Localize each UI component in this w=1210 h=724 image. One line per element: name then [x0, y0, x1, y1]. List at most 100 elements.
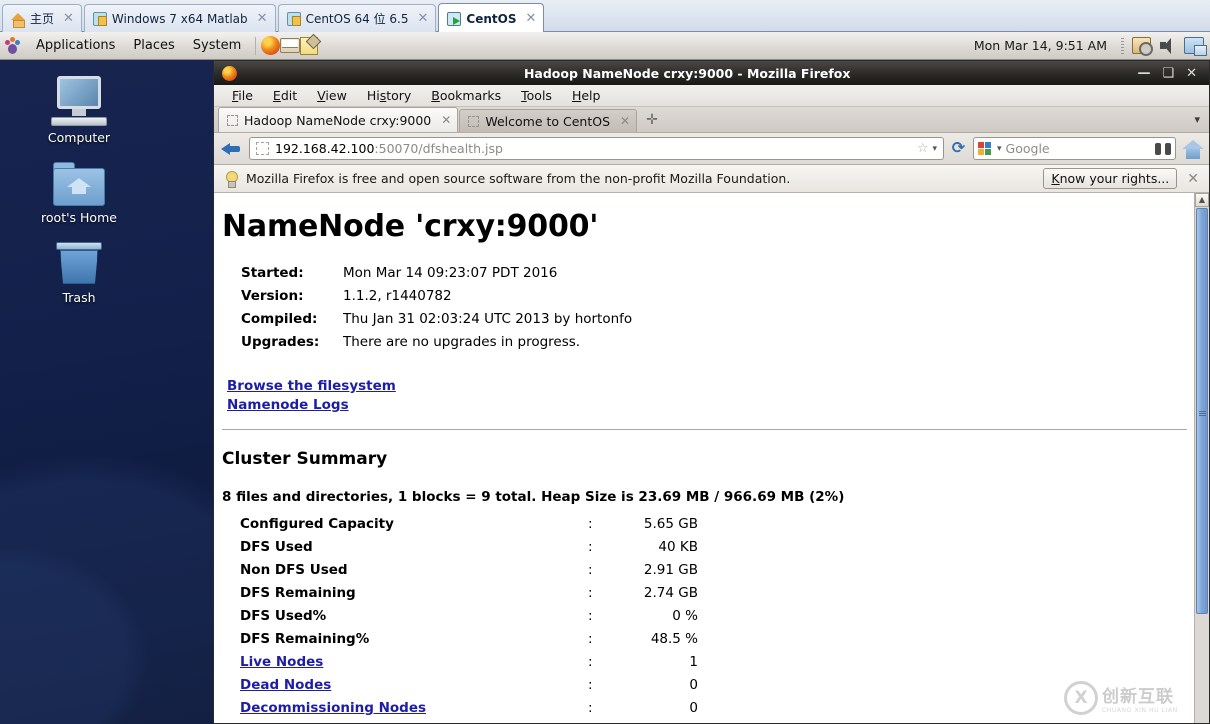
stat-key-cell: Non DFS Used: [240, 559, 588, 582]
close-button[interactable]: ✕: [1186, 67, 1197, 80]
browse-filesystem-link[interactable]: Browse the filesystem: [227, 377, 1194, 396]
vm-running-icon: [447, 11, 462, 26]
gnome-foot-icon: [4, 36, 22, 55]
volume-icon[interactable]: [1159, 37, 1176, 54]
menu-tools[interactable]: Tools: [511, 88, 562, 103]
google-icon[interactable]: [978, 141, 993, 156]
stat-key-cell: Dead Nodes: [240, 674, 588, 697]
search-engine-chevron-icon[interactable]: ▾: [997, 144, 1002, 154]
menu-system[interactable]: System: [184, 33, 250, 59]
display-icon[interactable]: [1184, 37, 1207, 56]
stat-separator: :: [588, 700, 593, 716]
firefox-icon[interactable]: [261, 36, 281, 55]
stat-row: Non DFS Used: 2.91 GB: [240, 559, 1194, 582]
menu-bookmarks[interactable]: Bookmarks: [421, 88, 511, 103]
menu-view[interactable]: View: [307, 88, 357, 103]
search-bar[interactable]: ▾ Google: [973, 137, 1176, 160]
gnome-top-panel: Applications Places System Mon Mar 14, 9…: [0, 32, 1210, 60]
stat-value: 0 %: [672, 608, 698, 624]
panel-clock[interactable]: Mon Mar 14, 9:51 AM: [974, 38, 1107, 53]
vm-tab-1[interactable]: Windows 7 x64 Matlab ✕: [83, 4, 276, 32]
menu-places[interactable]: Places: [124, 33, 183, 59]
cluster-stats-table: Configured Capacity: 5.65 GB DFS Used: 40 K…: [240, 513, 1194, 720]
home-button-icon[interactable]: [1182, 139, 1204, 159]
vm-suspended-icon: [286, 11, 301, 26]
vm-tab-2[interactable]: CentOS 64 位 6.5 ✕: [277, 4, 437, 32]
maximize-button[interactable]: ❑: [1162, 67, 1174, 80]
namenode-page: NameNode 'crxy:9000' Started: Mon Mar 14 …: [214, 193, 1194, 723]
tab-close-icon[interactable]: ✕: [620, 114, 630, 128]
scroll-up-button[interactable]: ▲: [1195, 193, 1209, 207]
namenode-logs-link[interactable]: Namenode Logs: [227, 396, 1194, 415]
evolution-mail-icon[interactable]: [280, 38, 301, 53]
search-icon[interactable]: [1155, 142, 1171, 155]
notification-text: Mozilla Firefox is free and open source …: [246, 171, 791, 186]
back-button-icon[interactable]: [219, 138, 243, 160]
meta-row: Started: Mon Mar 14 09:23:07 PDT 2016: [241, 262, 1194, 285]
window-title: Hadoop NameNode crxy:9000 - Mozilla Fire…: [523, 65, 851, 81]
text-editor-icon[interactable]: [300, 36, 319, 55]
menu-help[interactable]: Help: [562, 88, 611, 103]
scrollbar-thumb[interactable]: [1196, 208, 1208, 614]
tray-grip: [1121, 37, 1124, 54]
stat-label: DFS Remaining: [240, 585, 356, 601]
menu-applications[interactable]: Applications: [27, 33, 124, 59]
namenode-meta-table: Started: Mon Mar 14 09:23:07 PDT 2016 Vers…: [241, 262, 1194, 354]
chevron-down-icon[interactable]: ▾: [932, 144, 937, 154]
vm-tab-3[interactable]: CentOS ✕: [438, 3, 545, 33]
stat-label-link[interactable]: Live Nodes: [240, 654, 323, 670]
meta-value: 1.1.2, r1440782: [343, 288, 452, 304]
browser-tab-1[interactable]: Welcome to CentOS ✕: [459, 109, 638, 132]
vm-tab-label: 主页: [30, 12, 55, 26]
stat-label: Non DFS Used: [240, 562, 348, 578]
list-all-tabs-icon[interactable]: ▾: [1185, 113, 1209, 126]
vm-tab-close-icon[interactable]: ✕: [257, 11, 268, 26]
notification-bar: Mozilla Firefox is free and open source …: [214, 165, 1209, 193]
stat-separator: :: [588, 654, 593, 670]
desktop-icon-trash[interactable]: Trash: [0, 234, 158, 305]
menu-file[interactable]: File: [222, 88, 263, 103]
panel-separator: [255, 36, 257, 55]
stat-key-cell: DFS Remaining: [240, 582, 588, 605]
stat-separator: :: [588, 608, 593, 624]
browser-tab-0[interactable]: Hadoop NameNode crxy:9000 ✕: [218, 107, 459, 132]
minimize-button[interactable]: —: [1137, 67, 1150, 80]
url-bar[interactable]: 192.168.42.100:50070/dfshealth.jsp ☆ ▾: [249, 137, 944, 160]
desktop-icon-root-home[interactable]: root's Home: [0, 154, 158, 225]
site-identity-icon[interactable]: [256, 142, 269, 155]
stat-label-link[interactable]: Decommissioning Nodes: [240, 700, 426, 716]
vm-tab-close-icon[interactable]: ✕: [63, 11, 74, 26]
notification-close-icon[interactable]: ✕: [1187, 171, 1199, 187]
tab-close-icon[interactable]: ✕: [441, 113, 451, 127]
meta-value: There are no upgrades in progress.: [343, 334, 581, 350]
stat-label-link[interactable]: Dead Nodes: [240, 677, 331, 693]
know-your-rights-button[interactable]: Know your rights...: [1043, 168, 1178, 189]
software-update-icon[interactable]: [1132, 37, 1153, 56]
bookmark-star-icon[interactable]: ☆: [917, 141, 929, 156]
stat-value: 5.65 GB: [643, 516, 698, 532]
page-scrollbar[interactable]: ▲: [1194, 193, 1209, 723]
stat-label: DFS Used: [240, 539, 313, 555]
trash-icon: [0, 234, 158, 286]
menu-history[interactable]: History: [357, 88, 421, 103]
vm-tab-close-icon[interactable]: ✕: [525, 11, 536, 26]
desktop-icon-label: Computer: [47, 130, 111, 145]
window-titlebar[interactable]: Hadoop NameNode crxy:9000 - Mozilla Fire…: [214, 61, 1209, 85]
reload-icon[interactable]: [950, 140, 967, 157]
divider: [222, 429, 1187, 430]
stat-row: Configured Capacity: 5.65 GB: [240, 513, 1194, 536]
menu-edit[interactable]: Edit: [263, 88, 307, 103]
stat-key-cell: Decommissioning Nodes: [240, 697, 588, 720]
vm-tab-close-icon[interactable]: ✕: [418, 11, 429, 26]
tab-favicon-icon: [227, 114, 238, 126]
url-path: :50070/dfshealth.jsp: [374, 141, 503, 156]
stat-value: 2.91 GB: [643, 562, 698, 578]
desktop-icon-computer[interactable]: Computer: [0, 74, 158, 145]
search-input[interactable]: Google: [1006, 141, 1151, 156]
stat-label: DFS Remaining%: [240, 631, 370, 647]
stat-separator: :: [588, 562, 593, 578]
meta-value: Mon Mar 14 09:23:07 PDT 2016: [343, 265, 558, 281]
scrollbar-grip-icon: [1199, 411, 1206, 416]
new-tab-button[interactable]: ✛: [641, 112, 663, 128]
vm-tab-0[interactable]: 主页 ✕: [2, 4, 82, 32]
